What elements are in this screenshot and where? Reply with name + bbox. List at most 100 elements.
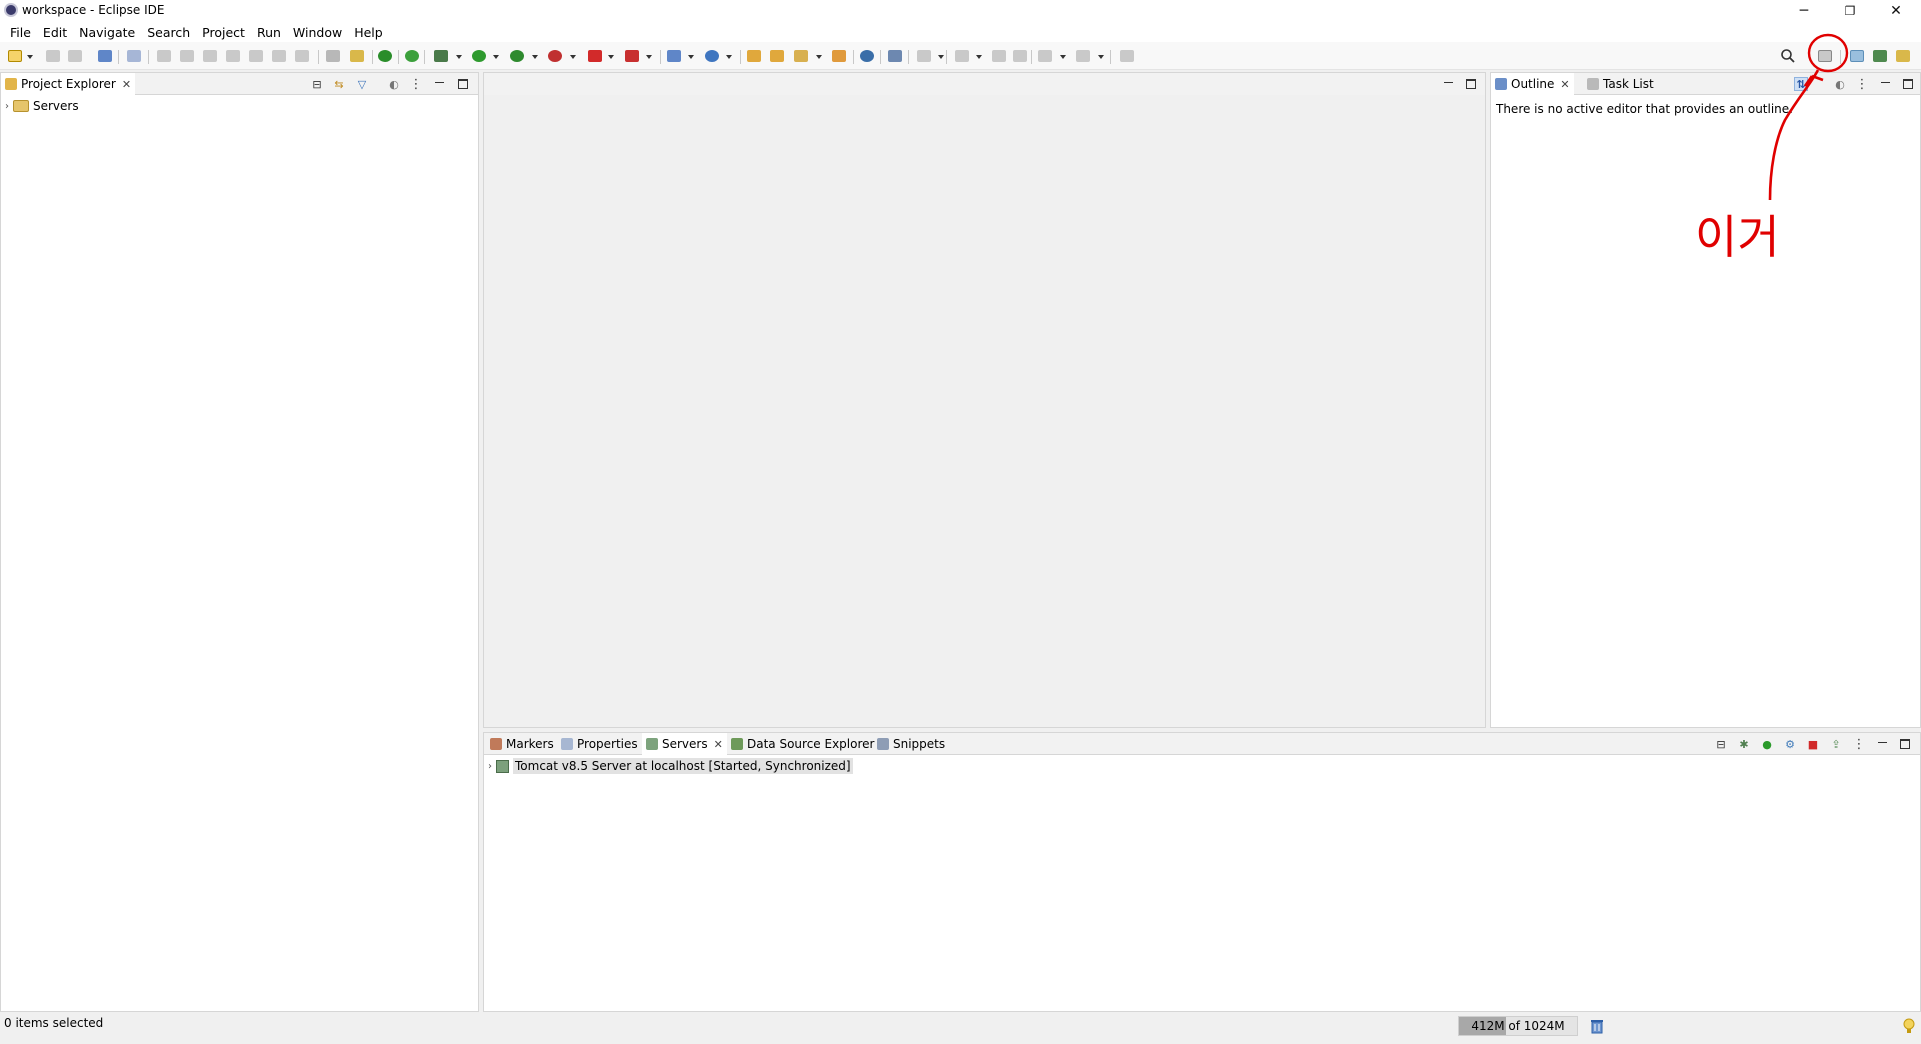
open-console-icon[interactable] <box>98 50 112 62</box>
web-browser-icon[interactable] <box>860 50 874 62</box>
new-dropdown-icon[interactable] <box>27 55 33 59</box>
tab-markers[interactable]: Markers <box>486 733 558 755</box>
use-step-filters-icon[interactable] <box>326 50 340 62</box>
server-row[interactable]: › Tomcat v8.5 Server at localhost [Start… <box>488 758 853 774</box>
maximize-view-button[interactable] <box>456 77 470 91</box>
new-java-project-dropdown-icon[interactable] <box>688 55 694 59</box>
menu-project[interactable]: Project <box>196 25 251 40</box>
garbage-collect-icon[interactable] <box>1590 1018 1604 1034</box>
view-menu-icon[interactable] <box>1852 737 1866 751</box>
tab-properties[interactable]: Properties <box>557 733 642 755</box>
menu-run[interactable]: Run <box>251 25 287 40</box>
publish-server-icon[interactable]: ⇪ <box>1829 737 1843 751</box>
menu-search[interactable]: Search <box>141 25 196 40</box>
new-icon[interactable] <box>8 50 22 62</box>
previous-annotation-icon[interactable] <box>955 50 969 62</box>
new-class-dropdown-icon[interactable] <box>726 55 732 59</box>
menu-edit[interactable]: Edit <box>37 25 73 40</box>
tree-item-servers[interactable]: › Servers <box>5 99 79 113</box>
minimize-view-button[interactable] <box>1878 77 1892 91</box>
tab-data-source-explorer[interactable]: Data Source Explorer <box>727 733 878 755</box>
search-icon[interactable] <box>1780 48 1796 64</box>
debug-perspective-icon[interactable] <box>1873 50 1887 62</box>
collapse-all-icon[interactable]: ⊟ <box>1714 737 1728 751</box>
start-server-icon[interactable]: ● <box>1760 737 1774 751</box>
search-tool-dropdown-icon[interactable] <box>816 55 822 59</box>
back-icon[interactable] <box>1038 50 1052 62</box>
web-service-icon[interactable] <box>888 50 902 62</box>
next-edit-location-icon[interactable] <box>1013 50 1027 62</box>
resume-icon[interactable] <box>157 50 171 62</box>
close-button[interactable]: ✕ <box>1873 0 1919 22</box>
terminate-icon[interactable] <box>203 50 217 62</box>
sort-icon[interactable]: ⇅ <box>1794 77 1808 91</box>
refresh-icon[interactable] <box>405 50 419 62</box>
minimize-view-button[interactable] <box>1875 737 1889 751</box>
external-tools-dropdown-icon[interactable] <box>646 55 652 59</box>
forward-dropdown-icon[interactable] <box>1098 55 1104 59</box>
restore-button[interactable]: ❐ <box>1827 0 1873 22</box>
view-menu-icon[interactable] <box>1855 77 1869 91</box>
open-perspective-icon[interactable] <box>1818 50 1832 62</box>
menu-help[interactable]: Help <box>348 25 389 40</box>
step-into-icon[interactable] <box>249 50 263 62</box>
minimize-editor-button[interactable] <box>1441 77 1455 91</box>
maximize-view-button[interactable] <box>1898 737 1912 751</box>
new-class-icon[interactable] <box>705 50 719 62</box>
view-menu-icon[interactable] <box>409 77 423 91</box>
tab-outline[interactable]: Outline ✕ <box>1491 73 1574 95</box>
focus-task-icon[interactable]: ◐ <box>1833 77 1847 91</box>
suspend-icon[interactable] <box>180 50 194 62</box>
close-icon[interactable]: ✕ <box>1560 78 1569 91</box>
debug-icon[interactable] <box>434 50 448 62</box>
debug-server-icon[interactable]: ✱ <box>1737 737 1751 751</box>
collapse-all-icon[interactable]: ⊟ <box>310 77 324 91</box>
new-java-project-icon[interactable] <box>667 50 681 62</box>
next-annotation-icon[interactable] <box>917 50 931 62</box>
skip-breakpoints-icon[interactable] <box>127 50 141 62</box>
lightbulb-icon[interactable] <box>1903 1018 1915 1034</box>
search-tool-icon[interactable] <box>794 50 808 62</box>
minimize-view-button[interactable] <box>432 77 446 91</box>
menu-navigate[interactable]: Navigate <box>73 25 141 40</box>
coverage-icon[interactable] <box>510 50 524 62</box>
chevron-right-icon[interactable]: › <box>488 761 492 772</box>
filter-icon[interactable]: ▽ <box>355 77 369 91</box>
menu-window[interactable]: Window <box>287 25 348 40</box>
server-start-icon[interactable] <box>378 50 392 62</box>
disconnect-icon[interactable] <box>226 50 240 62</box>
maximize-editor-button[interactable] <box>1464 77 1478 91</box>
external-tools-icon[interactable] <box>625 50 639 62</box>
step-return-icon[interactable] <box>295 50 309 62</box>
link-with-editor-icon[interactable]: ⇆ <box>332 77 346 91</box>
minimize-button[interactable]: ─ <box>1781 0 1827 22</box>
tab-project-explorer[interactable]: Project Explorer ✕ <box>1 73 136 95</box>
previous-annotation-dropdown-icon[interactable] <box>976 55 982 59</box>
heap-status[interactable]: 412M of 1024M <box>1458 1016 1578 1036</box>
tab-task-list[interactable]: Task List <box>1583 73 1658 95</box>
close-icon[interactable]: ✕ <box>122 78 131 91</box>
menu-file[interactable]: File <box>4 25 37 40</box>
pin-editor-icon[interactable] <box>1120 50 1134 62</box>
focus-task-icon[interactable]: ◐ <box>387 77 401 91</box>
java-ee-perspective-icon[interactable] <box>1850 50 1864 62</box>
profile-server-icon[interactable]: ⚙ <box>1783 737 1797 751</box>
debug-dropdown-icon[interactable] <box>456 55 462 59</box>
save-all-icon[interactable] <box>68 50 82 62</box>
next-annotation-dropdown-icon[interactable] <box>938 55 944 59</box>
tab-servers[interactable]: Servers ✕ <box>642 733 727 755</box>
tab-snippets[interactable]: Snippets <box>873 733 949 755</box>
forward-icon[interactable] <box>1076 50 1090 62</box>
coverage-dropdown-icon[interactable] <box>532 55 538 59</box>
open-folder-icon[interactable] <box>832 50 846 62</box>
step-over-icon[interactable] <box>272 50 286 62</box>
drop-to-frame-icon[interactable] <box>350 50 364 62</box>
close-icon[interactable]: ✕ <box>714 738 723 751</box>
open-type-icon[interactable] <box>747 50 761 62</box>
last-edit-location-icon[interactable] <box>992 50 1006 62</box>
run-last-tool-icon[interactable] <box>548 50 562 62</box>
stop-server-icon[interactable]: ■ <box>1806 737 1820 751</box>
run-dropdown-icon[interactable] <box>493 55 499 59</box>
run-icon[interactable] <box>472 50 486 62</box>
maximize-view-button[interactable] <box>1901 77 1915 91</box>
